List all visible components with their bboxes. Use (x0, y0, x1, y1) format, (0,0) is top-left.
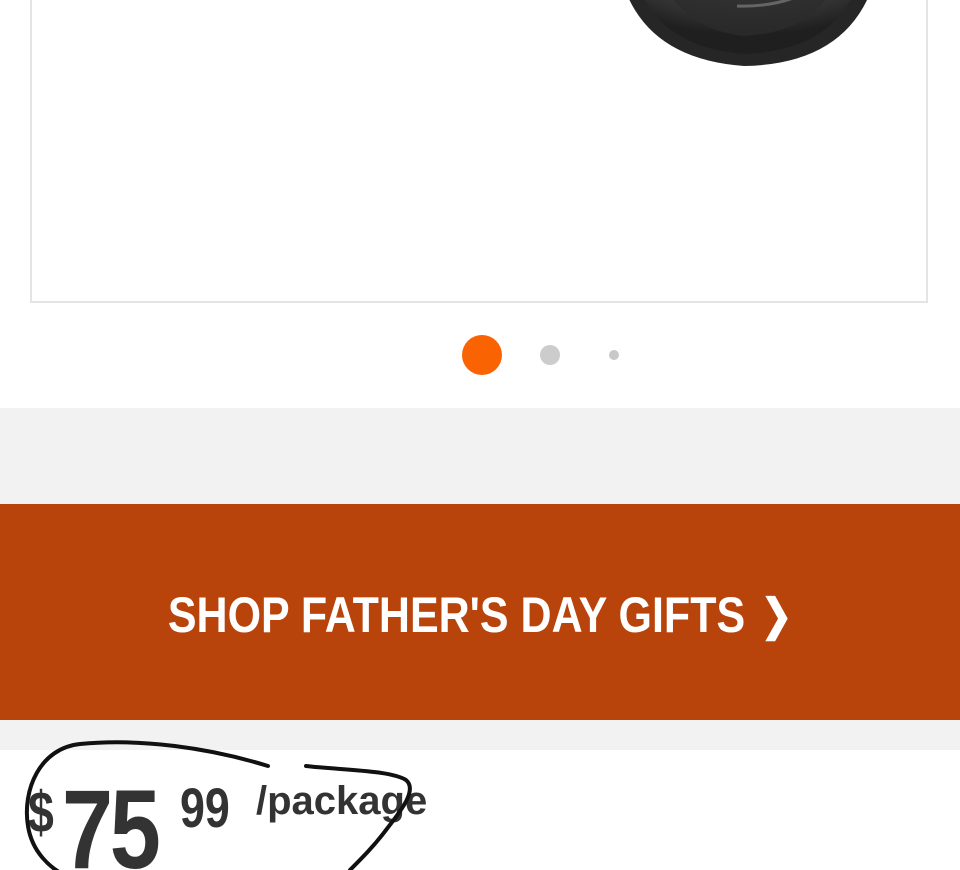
price-cents: 99 (180, 776, 230, 839)
price-section: $ 75 99 /package (0, 750, 960, 870)
product-image (629, 0, 867, 66)
price-currency: $ (28, 780, 54, 845)
product-page: SHOP FATHER'S DAY GIFTS ❯ $ 75 99 /packa… (0, 0, 960, 870)
promo-banner[interactable]: SHOP FATHER'S DAY GIFTS ❯ (0, 504, 960, 720)
carousel-dot[interactable] (609, 350, 619, 360)
price-dollars: 75 (62, 767, 161, 870)
promo-link[interactable]: SHOP FATHER'S DAY GIFTS ❯ (168, 586, 793, 644)
section-spacer (0, 408, 960, 504)
section-spacer (0, 720, 960, 750)
carousel-dot-active[interactable] (462, 335, 502, 375)
product-image-frame[interactable] (30, 0, 928, 303)
promo-label: SHOP FATHER'S DAY GIFTS (167, 587, 746, 643)
price-unit: /package (256, 779, 428, 823)
carousel-pagination (0, 334, 960, 376)
carousel-dot[interactable] (540, 345, 560, 365)
image-carousel[interactable] (0, 0, 960, 408)
chevron-right-icon: ❯ (760, 590, 793, 640)
